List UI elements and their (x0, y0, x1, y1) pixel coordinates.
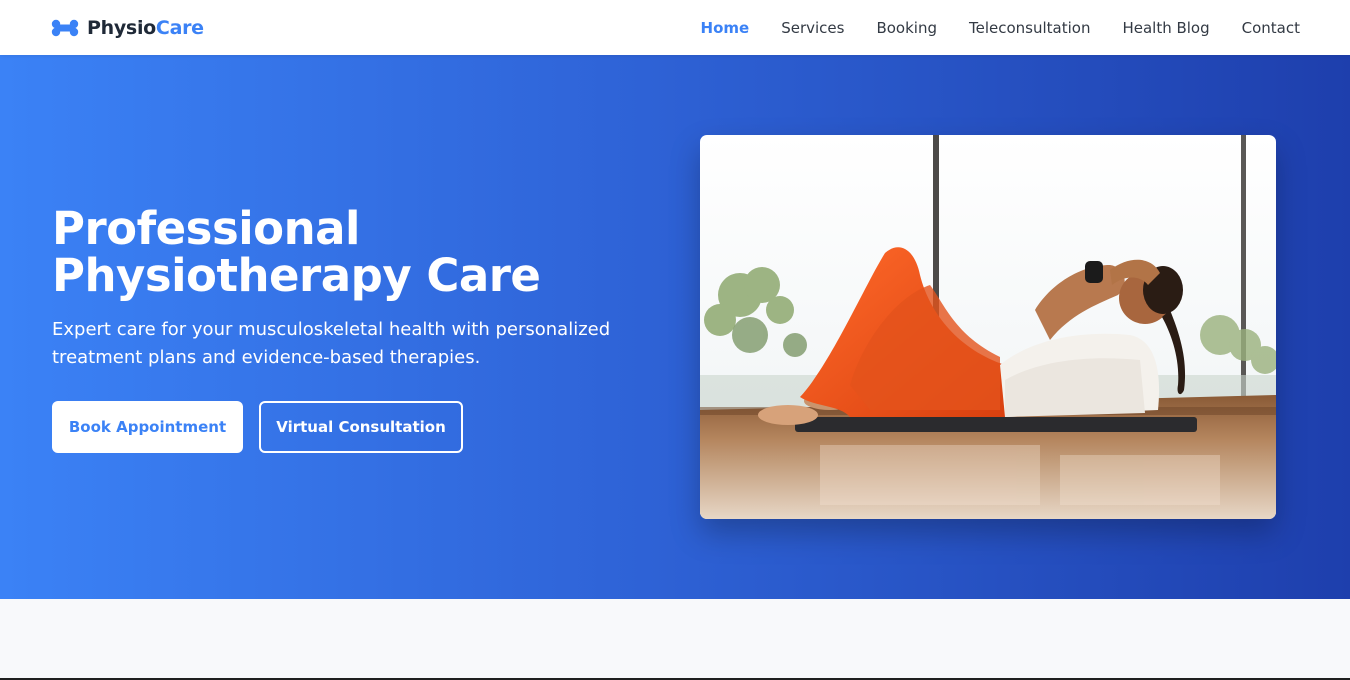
nav-link-services[interactable]: Services (781, 19, 844, 37)
hero-image (700, 135, 1276, 519)
hero-title: Professional Physiotherapy Care (52, 202, 541, 302)
nav-link-booking[interactable]: Booking (876, 19, 937, 37)
hero-section: Professional Physiotherapy Care Expert c… (0, 55, 1350, 599)
brand-name: PhysioCare (87, 17, 204, 39)
main-navigation: Home Services Booking Teleconsultation H… (669, 0, 1300, 55)
brand-name-part1: Physio (87, 17, 156, 39)
nav-link-health-blog[interactable]: Health Blog (1122, 19, 1209, 37)
book-appointment-button[interactable]: Book Appointment (52, 401, 243, 453)
brand-name-part2: Care (155, 17, 204, 39)
bone-icon (51, 18, 79, 38)
exercise-photo (700, 135, 1276, 519)
virtual-consultation-button[interactable]: Virtual Consultation (259, 401, 463, 453)
nav-link-teleconsultation[interactable]: Teleconsultation (969, 19, 1090, 37)
brand-logo[interactable]: PhysioCare (51, 16, 204, 40)
top-navbar: PhysioCare Home Services Booking Telecon… (0, 0, 1350, 55)
hero-subtitle: Expert care for your musculoskeletal hea… (52, 319, 611, 368)
next-section (0, 599, 1350, 680)
nav-link-contact[interactable]: Contact (1242, 19, 1300, 37)
nav-link-home[interactable]: Home (701, 19, 750, 37)
